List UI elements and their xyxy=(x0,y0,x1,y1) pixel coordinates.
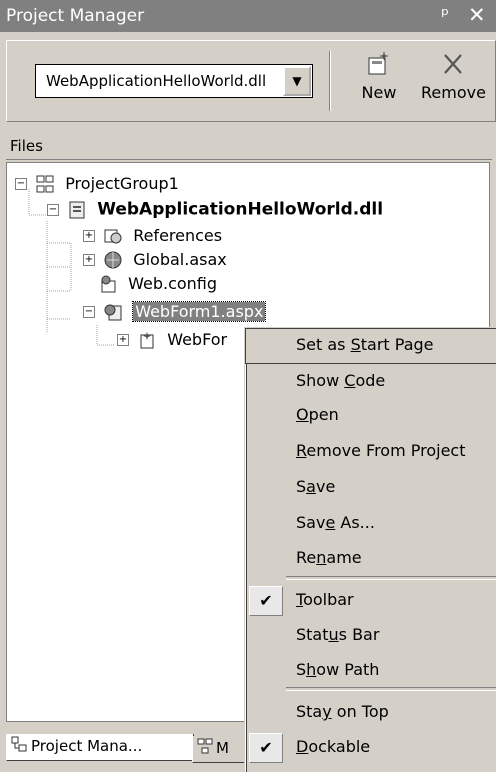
pin-icon[interactable]: ᵖ xyxy=(441,4,449,26)
tree-node-label: WebForm1.aspx xyxy=(132,301,267,322)
menu-separator xyxy=(286,687,496,691)
aspx-file-icon xyxy=(104,303,122,321)
asax-file-icon xyxy=(104,251,122,269)
collapse-icon[interactable]: − xyxy=(83,305,95,318)
menu-item-label: Save xyxy=(296,477,336,496)
tree-node-web-config[interactable]: Web.config xyxy=(99,273,217,297)
menu-item-label: Status Bar xyxy=(296,625,380,644)
tree-node-label: ProjectGroup1 xyxy=(65,174,179,193)
menu-item-label: Set as Start Page xyxy=(296,335,434,354)
menu-separator xyxy=(286,576,496,580)
remove-button-label: Remove xyxy=(421,83,486,102)
menu-item[interactable]: Set as Start Page xyxy=(245,328,496,364)
project-icon xyxy=(68,201,86,219)
expand-icon[interactable]: + xyxy=(117,333,129,346)
new-button-label: New xyxy=(361,83,397,102)
new-button[interactable]: New xyxy=(347,49,411,102)
tree-node-references[interactable]: + References xyxy=(83,225,222,249)
menu-item[interactable]: Show Path xyxy=(246,654,496,688)
menu-item[interactable]: ✔ Toolbar xyxy=(246,584,496,618)
collapse-icon[interactable]: − xyxy=(15,177,27,190)
menu-item-label: Remove From Project xyxy=(296,441,466,460)
menu-item[interactable]: Rename xyxy=(246,542,496,576)
collapse-icon[interactable]: − xyxy=(47,203,59,216)
tree-node-webform1-aspx[interactable]: − WebForm1.aspx xyxy=(83,301,267,325)
expand-icon[interactable]: + xyxy=(83,253,95,266)
menu-item-label: Stay on Top xyxy=(296,702,389,721)
tree-node-label: Global.asax xyxy=(133,250,227,269)
context-menu: Set as Start Page Show Code Open Remove Fro… xyxy=(245,328,496,772)
checkmark-icon: ✔ xyxy=(249,733,283,763)
project-toolbar: WebApplicationHelloWorld.dll ▼ New Remov… xyxy=(6,40,496,122)
menu-item[interactable]: Remove From Project xyxy=(246,435,496,469)
new-item-icon xyxy=(347,49,411,83)
checkmark-icon: ✔ xyxy=(249,586,283,616)
remove-button[interactable]: Remove xyxy=(421,49,486,102)
tab-label: M xyxy=(216,739,229,757)
tab-label: Project Mana... xyxy=(31,737,143,755)
project-group-icon xyxy=(36,175,54,193)
menu-item-label: Rename xyxy=(296,548,362,567)
menu-item[interactable]: Save xyxy=(246,471,496,505)
menu-item[interactable]: Open xyxy=(246,399,496,433)
menu-item-label: Show Path xyxy=(296,660,380,679)
tree-node-label: WebFor xyxy=(167,330,228,349)
tree-node-project[interactable]: − WebApplicationHelloWorld.dll xyxy=(47,199,383,223)
menu-item[interactable]: Show Code xyxy=(246,365,496,399)
window-title: Project Manager xyxy=(6,6,145,26)
close-icon[interactable]: ✕ xyxy=(468,3,486,27)
menu-item-label: Open xyxy=(296,405,339,424)
menu-item-label: Dockable xyxy=(296,737,371,756)
menu-item[interactable]: ✔ Dockable xyxy=(246,731,496,765)
tab-project-manager[interactable]: Project Mana... xyxy=(6,734,194,761)
menu-item[interactable]: Status Bar xyxy=(246,619,496,653)
project-combo-value: WebApplicationHelloWorld.dll xyxy=(46,72,267,90)
tree-node-label: WebApplicationHelloWorld.dll xyxy=(97,199,384,220)
tree-node-global-asax[interactable]: + Global.asax xyxy=(83,249,227,273)
menu-item[interactable]: Save As... xyxy=(246,507,496,541)
remove-x-icon xyxy=(421,49,485,83)
title-bar: Project Manager ᵖ ✕ xyxy=(0,0,496,32)
menu-item[interactable]: Stay on Top xyxy=(246,696,496,730)
menu-item-label: Toolbar xyxy=(296,590,354,609)
model-view-tab-icon xyxy=(197,737,213,761)
codebehind-file-icon xyxy=(138,331,156,349)
files-header: Files xyxy=(6,135,492,160)
tree-node-label: References xyxy=(133,226,223,245)
project-manager-tab-icon xyxy=(11,735,27,759)
tree-node-label: Web.config xyxy=(128,274,218,293)
tree-node-project-group[interactable]: − ProjectGroup1 xyxy=(15,173,179,197)
chevron-down-icon[interactable]: ▼ xyxy=(283,66,311,96)
tree-node-webform-code[interactable]: + WebFor xyxy=(117,329,227,353)
references-icon xyxy=(104,227,122,245)
expand-icon[interactable]: + xyxy=(83,229,95,242)
toolbar-separator xyxy=(329,51,331,111)
menu-item-label: Show Code xyxy=(296,371,386,390)
config-file-icon xyxy=(99,275,117,293)
project-combo[interactable]: WebApplicationHelloWorld.dll ▼ xyxy=(35,64,313,98)
menu-item-label: Save As... xyxy=(296,513,375,532)
